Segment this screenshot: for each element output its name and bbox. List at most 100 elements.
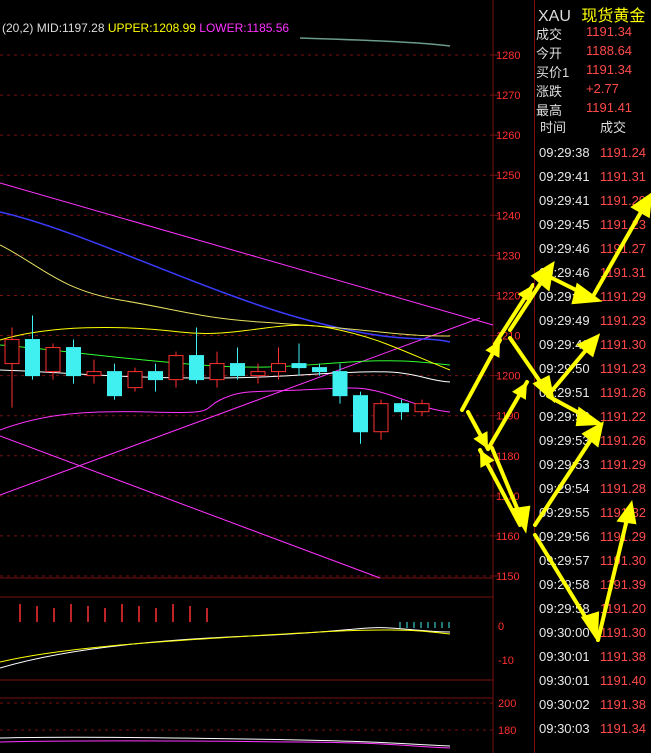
indicator-name: (20,2) [2, 21, 34, 35]
trade-row[interactable]: 09:29:50 1191.23 [536, 357, 651, 381]
candle-up [414, 403, 430, 413]
trade-price: 1191.32 [600, 505, 647, 520]
trade-time: 09:30:02 [539, 697, 590, 712]
col-price-header: 成交 [600, 120, 627, 135]
trade-row[interactable]: 09:30:03 1191.34 [536, 717, 651, 741]
indicator-lower: LOWER:1185.56 [199, 21, 290, 35]
quote-info-value: 1191.34 [586, 24, 633, 39]
candle-down [332, 371, 348, 397]
trade-row[interactable]: 09:29:49 1191.23 [536, 309, 651, 333]
quote-info-label: 成交 [536, 27, 563, 42]
sub2-tick-label: 180 [498, 725, 516, 737]
col-time-header: 时间 [540, 120, 567, 135]
trade-price: 1191.28 [600, 481, 647, 496]
trade-row[interactable]: 09:30:00 1191.30 [536, 621, 651, 645]
price-tick-label: 1230 [496, 250, 520, 262]
trade-row[interactable]: 09:29:51 1191.26 [536, 381, 651, 405]
trade-time: 09:30:00 [539, 625, 590, 640]
trade-time: 09:29:45 [539, 217, 590, 232]
indicator-mid: MID:1197.28 [36, 21, 105, 35]
quote-info-value: 1188.64 [586, 43, 633, 58]
macd-dea [0, 629, 451, 663]
trade-row[interactable]: 09:29:56 1191.29 [536, 525, 651, 549]
trade-row[interactable]: 09:29:58 1191.20 [536, 597, 651, 621]
candle-down [394, 403, 409, 413]
trade-time: 09:29:46 [539, 265, 590, 280]
trade-row[interactable]: 09:29:47 1191.29 [536, 285, 651, 309]
trade-time: 09:29:46 [539, 241, 590, 256]
trade-price: 1191.30 [600, 625, 647, 640]
trade-price: 1191.29 [600, 457, 647, 472]
candle-down [107, 371, 122, 397]
trade-row[interactable]: 09:29:55 1191.32 [536, 501, 651, 525]
trade-row[interactable]: 09:29:52 1191.22 [536, 405, 651, 429]
price-tick-label: 1200 [496, 371, 520, 383]
trade-row[interactable]: 09:30:02 1191.38 [536, 693, 651, 717]
trade-price: 1191.39 [600, 577, 647, 592]
kline-chart[interactable]: 1280127012601250124012301220121012001190… [0, 0, 534, 753]
candle-down [66, 347, 81, 377]
trade-row[interactable]: 09:29:41 1191.29 [536, 189, 651, 213]
quote-info-label: 涨跌 [536, 84, 563, 99]
price-tick-label: 1220 [496, 290, 520, 302]
price-tick-label: 1180 [496, 451, 520, 463]
trade-row[interactable]: 09:29:45 1191.23 [536, 213, 651, 237]
trade-time: 09:29:41 [539, 193, 590, 208]
trade-row[interactable]: 09:30:01 1191.38 [536, 645, 651, 669]
trendline-upper [0, 182, 494, 326]
quote-info-row: 今开 1188.64 [536, 43, 651, 61]
trade-row[interactable]: 09:29:57 1191.30 [536, 549, 651, 573]
trade-price: 1191.24 [600, 145, 647, 160]
quote-info-value: 1191.34 [586, 62, 633, 77]
trade-price: 1191.23 [600, 361, 647, 376]
quote-info-label: 今开 [536, 46, 563, 61]
trade-time: 09:29:52 [539, 409, 590, 424]
trade-price: 1191.38 [600, 697, 647, 712]
trade-time: 09:30:01 [539, 649, 590, 664]
trade-time: 09:30:03 [539, 721, 590, 736]
trade-time: 09:29:53 [539, 457, 590, 472]
trade-price: 1191.34 [600, 721, 647, 736]
quote-info-row: 成交 1191.34 [536, 24, 651, 42]
trade-time: 09:29:47 [539, 289, 590, 304]
candle-up [127, 371, 143, 389]
trade-row[interactable]: 09:29:53 1191.26 [536, 429, 651, 453]
trade-row[interactable]: 09:29:53 1191.29 [536, 453, 651, 477]
trade-row[interactable]: 09:29:38 1191.24 [536, 141, 651, 165]
sub1-tick-label: -10 [498, 655, 514, 667]
trade-time: 09:29:49 [539, 337, 590, 352]
trade-row[interactable]: 09:29:58 1191.39 [536, 573, 651, 597]
trade-row[interactable]: 09:29:54 1191.28 [536, 477, 651, 501]
trade-row[interactable]: 09:29:41 1191.31 [536, 165, 651, 189]
sub1-tick-label: 0 [498, 621, 504, 633]
trade-row[interactable]: 09:30:01 1191.40 [536, 669, 651, 693]
trade-row[interactable]: 09:29:46 1191.31 [536, 261, 651, 285]
trade-time: 09:29:41 [539, 169, 590, 184]
indicator-header: (20,2) MID:1197.28 UPPER:1208.99 LOWER:1… [2, 21, 289, 35]
candle-down [353, 395, 368, 433]
trade-time: 09:29:38 [539, 145, 590, 160]
candle-up [250, 371, 266, 377]
candle-down [312, 367, 327, 373]
trade-time: 09:29:58 [539, 601, 590, 616]
trade-row[interactable]: 09:29:46 1191.27 [536, 237, 651, 261]
price-tick-label: 1250 [496, 170, 520, 182]
trendline-lower [0, 435, 381, 579]
trade-price: 1191.29 [600, 289, 647, 304]
trade-price: 1191.40 [600, 673, 647, 688]
candle-up [209, 363, 225, 381]
ma-yellow [0, 244, 451, 337]
trade-time: 09:29:55 [539, 505, 590, 520]
price-tick-label: 1260 [496, 130, 520, 142]
trade-row[interactable]: 09:29:49 1191.30 [536, 333, 651, 357]
price-tick-label: 1150 [496, 571, 520, 583]
trade-time: 09:29:53 [539, 433, 590, 448]
symbol-code: XAU [538, 8, 571, 25]
price-tick-label: 1270 [496, 90, 520, 102]
quote-info-row: 涨跌 +2.77 [536, 81, 651, 99]
sub2-line-magenta [0, 740, 451, 749]
indicator-upper: UPPER:1208.99 [107, 21, 196, 35]
candle-up [373, 403, 389, 433]
trade-price: 1191.30 [600, 553, 647, 568]
candle-down [189, 355, 204, 381]
